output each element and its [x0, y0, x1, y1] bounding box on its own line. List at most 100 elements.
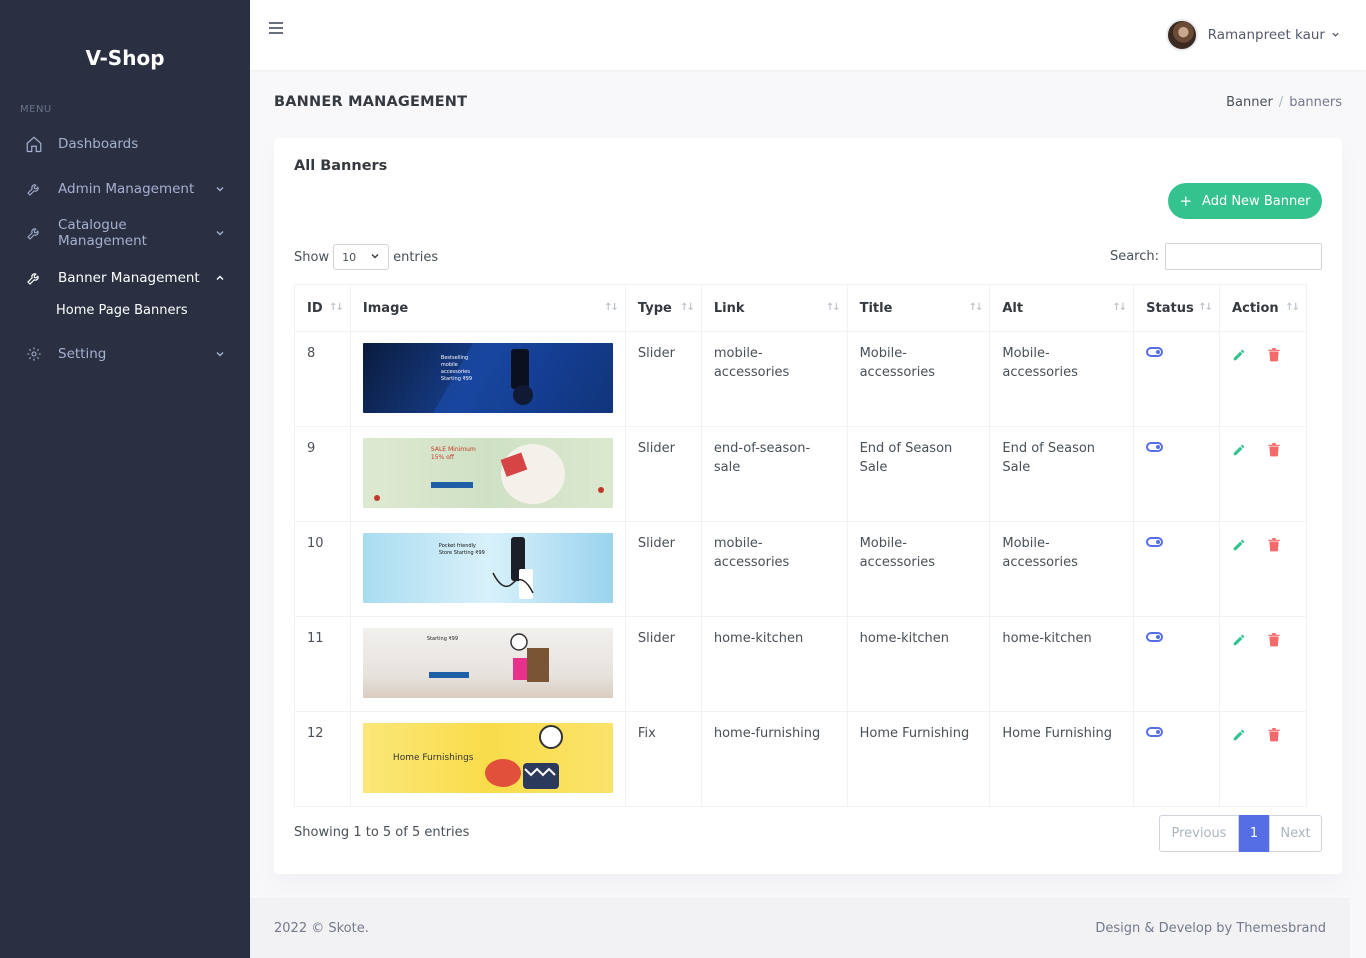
cell-title: Mobile-accessories — [846, 521, 991, 617]
plus-icon: + — [1179, 192, 1193, 210]
edit-icon[interactable] — [1232, 443, 1246, 457]
trash-icon[interactable] — [1268, 348, 1280, 362]
pagination-previous[interactable]: Previous — [1159, 815, 1239, 852]
trash-icon[interactable] — [1268, 443, 1280, 457]
status-toggle[interactable] — [1146, 537, 1164, 547]
trash-icon[interactable] — [1268, 728, 1280, 742]
cell-alt: Mobile-accessories — [989, 331, 1135, 427]
cell-status — [1133, 616, 1221, 712]
sidebar-item-catalogue-management[interactable]: Catalogue Management — [0, 211, 250, 256]
sidebar-item-setting[interactable]: Setting — [0, 332, 250, 377]
column-header-alt[interactable]: Alt ↑↓ — [989, 284, 1135, 332]
sort-icon: ↑↓ — [1112, 302, 1127, 313]
cell-status — [1133, 521, 1221, 617]
banner-image-mobile-accessories: Bestselling mobile accessories Starting … — [362, 343, 613, 413]
sidebar-item-banner-management[interactable]: Banner Management — [0, 256, 250, 301]
table-row: 9 SALE Minimum 15% off Slider end-of-sea… — [294, 426, 1307, 522]
user-name: Ramanpreet kaur — [1207, 27, 1325, 43]
cell-type: Slider — [624, 426, 702, 522]
cell-id: 9 — [294, 426, 351, 522]
sort-icon: ↑↓ — [680, 302, 695, 313]
column-header-title[interactable]: Title ↑↓ — [846, 284, 991, 332]
cell-title: home-kitchen — [846, 616, 991, 712]
cell-status — [1133, 711, 1221, 807]
pagination-next[interactable]: Next — [1269, 815, 1322, 852]
status-toggle[interactable] — [1146, 632, 1164, 642]
edit-icon[interactable] — [1232, 538, 1246, 552]
sort-icon: ↑↓ — [1198, 302, 1213, 313]
search-label: Search: — [1109, 249, 1159, 264]
user-dropdown[interactable]: Ramanpreet kaur — [1165, 19, 1340, 51]
add-new-banner-button[interactable]: + Add New Banner — [1168, 183, 1322, 219]
table-row: 11 Starting ₹99 Slider home-kitchen home… — [294, 616, 1307, 712]
column-header-link[interactable]: Link ↑↓ — [700, 284, 848, 332]
menu-toggle-icon[interactable] — [268, 20, 286, 38]
banner-text: Bestselling mobile accessories Starting … — [440, 355, 473, 382]
status-toggle[interactable] — [1146, 727, 1164, 737]
cell-title: Mobile-accessories — [846, 331, 991, 427]
column-header-status[interactable]: Status ↑↓ — [1133, 284, 1221, 332]
column-header-action[interactable]: Action ↑↓ — [1219, 284, 1307, 332]
banner-image-end-of-season-sale: SALE Minimum 15% off — [362, 438, 613, 508]
sort-icon: ↑↓ — [1285, 302, 1300, 313]
sidebar-item-label: Setting — [58, 346, 107, 363]
trash-icon[interactable] — [1268, 633, 1280, 647]
sidebar-item-label: Dashboards — [58, 136, 139, 153]
home-icon — [24, 135, 44, 153]
cell-alt: End of Season Sale — [989, 426, 1135, 522]
chevron-down-icon — [1331, 28, 1340, 43]
sidebar: V-Shop MENU Dashboards Admin Management … — [0, 0, 250, 958]
banners-table: ID ↑↓ Image ↑↓ Type ↑↓ Link ↑↓ Title ↑↓ Alt ↑↓… — [294, 284, 1307, 807]
cell-link: mobile-accessories — [700, 331, 848, 427]
menu-title: MENU — [20, 104, 52, 115]
sidebar-item-admin-management[interactable]: Admin Management — [0, 167, 250, 212]
sidebar-item-label: Banner Management — [58, 269, 200, 286]
sidebar-item-dashboards[interactable]: Dashboards — [0, 122, 250, 167]
cell-action — [1219, 711, 1307, 807]
edit-icon[interactable] — [1232, 633, 1246, 647]
sidebar-item-label: Catalogue Management — [58, 217, 147, 250]
column-header-image[interactable]: Image ↑↓ — [349, 284, 626, 332]
breadcrumb: Banner / banners — [1226, 95, 1342, 110]
trash-icon[interactable] — [1268, 538, 1280, 552]
column-header-type[interactable]: Type ↑↓ — [624, 284, 702, 332]
cell-link: end-of-season-sale — [700, 426, 848, 522]
cell-action — [1219, 616, 1307, 712]
cell-status — [1133, 331, 1221, 427]
brand-logo[interactable]: V-Shop — [0, 0, 250, 108]
breadcrumb-link[interactable]: Banner — [1226, 95, 1273, 110]
cell-id: 10 — [294, 521, 351, 617]
cell-type: Slider — [624, 331, 702, 427]
status-toggle[interactable] — [1146, 442, 1164, 452]
status-toggle[interactable] — [1146, 347, 1164, 357]
page-length-select[interactable]: 10 — [333, 244, 390, 270]
cell-type: Fix — [624, 711, 702, 807]
banner-image-home-furnishing: Home Furnishings — [362, 723, 613, 793]
column-header-id[interactable]: ID ↑↓ — [294, 284, 351, 332]
page-length-control: Show 10 entries — [294, 244, 438, 270]
sort-icon: ↑↓ — [968, 302, 984, 313]
breadcrumb-separator: / — [1278, 95, 1284, 110]
chevron-down-icon — [214, 184, 226, 194]
cell-action — [1219, 331, 1307, 427]
cell-alt: home-kitchen — [989, 616, 1135, 712]
banners-card: All Banners + Add New Banner Show 10 ent… — [274, 138, 1342, 874]
breadcrumb-current: banners — [1289, 95, 1342, 110]
page-length-value: 10 — [342, 250, 357, 264]
chevron-down-icon — [370, 251, 380, 264]
sort-icon: ↑↓ — [329, 302, 344, 313]
pagination-page-1[interactable]: 1 — [1239, 815, 1269, 852]
edit-icon[interactable] — [1232, 348, 1246, 362]
wrench-icon — [24, 181, 44, 197]
cell-id: 11 — [294, 616, 351, 712]
card-title: All Banners — [294, 158, 388, 174]
cell-link: mobile-accessories — [700, 521, 848, 617]
wrench-icon — [24, 270, 44, 286]
chevron-up-icon — [214, 273, 226, 283]
show-label: Show — [294, 249, 330, 265]
cell-id: 12 — [294, 711, 351, 807]
edit-icon[interactable] — [1232, 728, 1246, 742]
sort-icon: ↑↓ — [825, 302, 841, 313]
entries-label: entries — [393, 249, 439, 265]
search-input[interactable] — [1165, 243, 1322, 270]
